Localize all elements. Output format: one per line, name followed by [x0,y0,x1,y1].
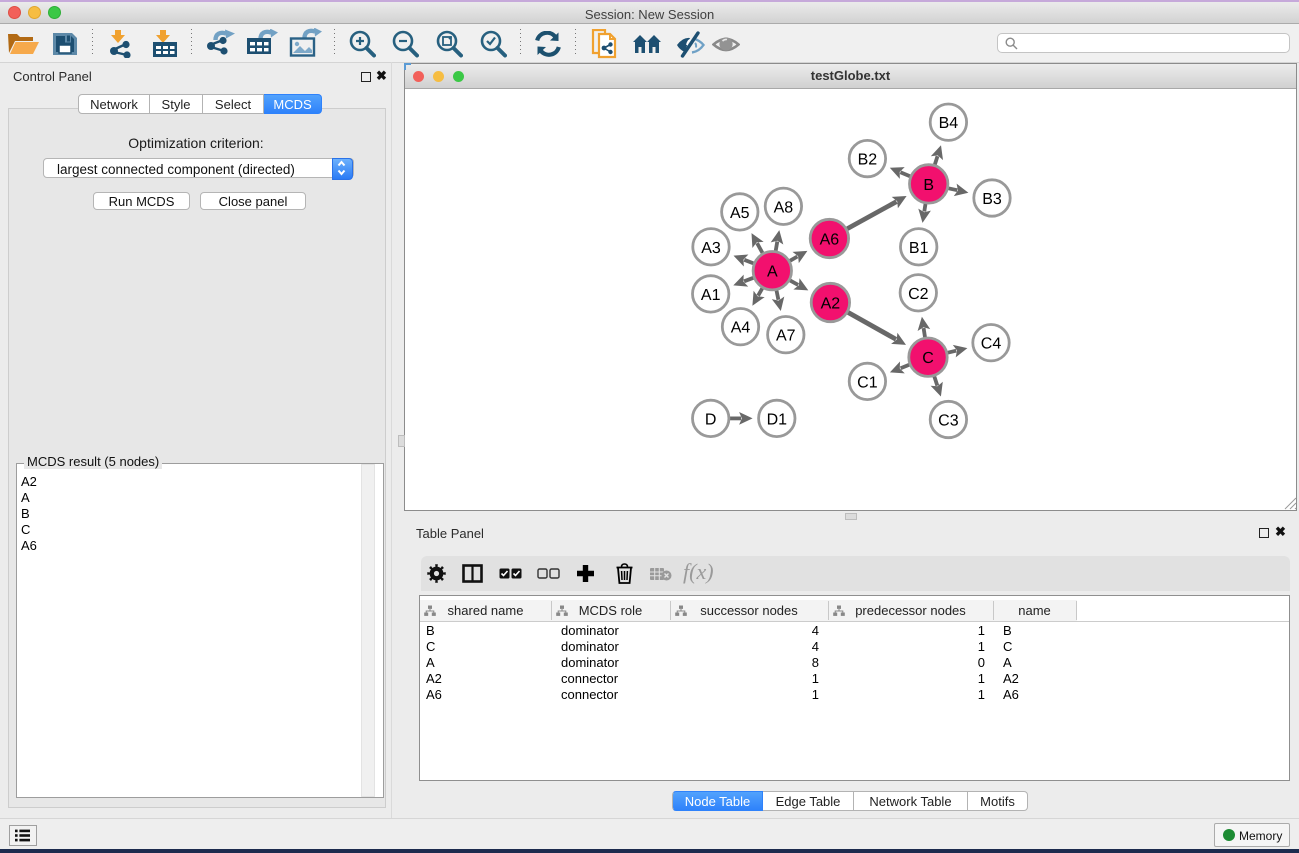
svg-text:C3: C3 [938,413,959,430]
svg-text:A1: A1 [701,287,721,304]
svg-text:B1: B1 [909,240,929,257]
svg-text:C1: C1 [857,374,878,391]
svg-text:A6: A6 [820,232,840,249]
svg-text:B2: B2 [858,152,878,169]
svg-text:B: B [923,177,934,194]
svg-text:A2: A2 [821,296,841,313]
svg-text:B3: B3 [982,191,1002,208]
svg-text:D1: D1 [767,411,788,428]
svg-text:A8: A8 [774,199,794,216]
svg-text:A7: A7 [776,328,796,345]
svg-text:A4: A4 [731,320,751,337]
svg-text:B4: B4 [939,115,959,132]
svg-text:A3: A3 [701,240,721,257]
svg-text:A5: A5 [730,205,750,222]
svg-text:C2: C2 [908,286,929,303]
svg-text:D: D [705,411,717,428]
svg-text:A: A [767,264,778,281]
svg-text:C4: C4 [981,336,1002,353]
svg-text:C: C [922,350,934,367]
